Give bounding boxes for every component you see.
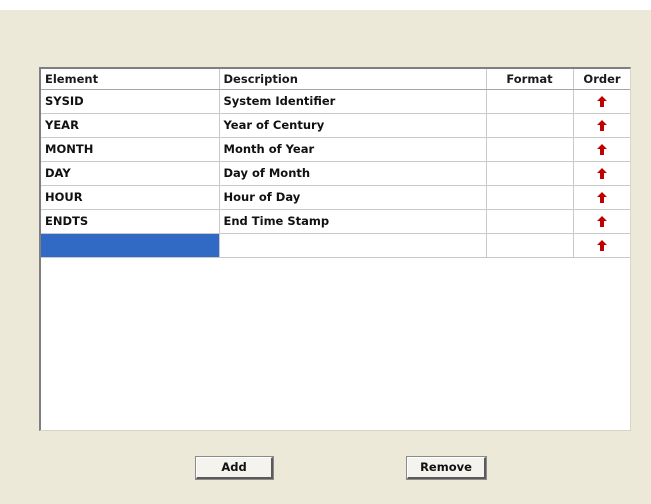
- description-cell[interactable]: [219, 233, 487, 258]
- table-header-row: Element Description Format Order: [41, 69, 630, 90]
- format-cell[interactable]: [486, 233, 574, 258]
- dialog-panel: Element Description Format Order SYSID S…: [0, 10, 651, 504]
- remove-button[interactable]: Remove: [406, 456, 487, 480]
- element-cell[interactable]: SYSID: [41, 89, 220, 114]
- order-cell: [573, 185, 630, 210]
- column-header-element[interactable]: Element: [41, 69, 220, 90]
- elements-grid[interactable]: Element Description Format Order SYSID S…: [39, 67, 631, 431]
- format-cell[interactable]: [486, 89, 574, 114]
- description-cell[interactable]: Month of Year: [219, 137, 487, 162]
- table-row-new[interactable]: [41, 233, 630, 258]
- element-cell[interactable]: DAY: [41, 161, 220, 186]
- description-cell[interactable]: System Identifier: [219, 89, 487, 114]
- format-cell[interactable]: [486, 161, 574, 186]
- up-arrow-icon[interactable]: [597, 192, 607, 203]
- up-arrow-icon[interactable]: [597, 168, 607, 179]
- format-cell[interactable]: [486, 209, 574, 234]
- element-cell[interactable]: YEAR: [41, 113, 220, 138]
- add-button[interactable]: Add: [195, 456, 274, 480]
- elements-table: Element Description Format Order SYSID S…: [41, 69, 630, 258]
- up-arrow-icon[interactable]: [597, 144, 607, 155]
- element-cell[interactable]: ENDTS: [41, 209, 220, 234]
- table-row[interactable]: HOUR Hour of Day: [41, 185, 630, 210]
- table-row[interactable]: YEAR Year of Century: [41, 113, 630, 138]
- order-cell: [573, 113, 630, 138]
- order-cell: [573, 209, 630, 234]
- order-cell: [573, 233, 630, 258]
- table-row[interactable]: DAY Day of Month: [41, 161, 630, 186]
- format-cell[interactable]: [486, 185, 574, 210]
- table-row[interactable]: SYSID System Identifier: [41, 89, 630, 114]
- format-cell[interactable]: [486, 137, 574, 162]
- description-cell[interactable]: Day of Month: [219, 161, 487, 186]
- up-arrow-icon[interactable]: [597, 240, 607, 251]
- column-header-description[interactable]: Description: [219, 69, 487, 90]
- element-cell-selected[interactable]: [41, 233, 220, 258]
- element-cell[interactable]: HOUR: [41, 185, 220, 210]
- description-cell[interactable]: Year of Century: [219, 113, 487, 138]
- up-arrow-icon[interactable]: [597, 216, 607, 227]
- description-cell[interactable]: Hour of Day: [219, 185, 487, 210]
- up-arrow-icon[interactable]: [597, 120, 607, 131]
- element-cell[interactable]: MONTH: [41, 137, 220, 162]
- up-arrow-icon[interactable]: [597, 96, 607, 107]
- column-header-format[interactable]: Format: [486, 69, 574, 90]
- format-cell[interactable]: [486, 113, 574, 138]
- order-cell: [573, 161, 630, 186]
- table-row[interactable]: ENDTS End Time Stamp: [41, 209, 630, 234]
- column-header-order[interactable]: Order: [573, 69, 630, 90]
- description-cell[interactable]: End Time Stamp: [219, 209, 487, 234]
- order-cell: [573, 137, 630, 162]
- table-row[interactable]: MONTH Month of Year: [41, 137, 630, 162]
- order-cell: [573, 89, 630, 114]
